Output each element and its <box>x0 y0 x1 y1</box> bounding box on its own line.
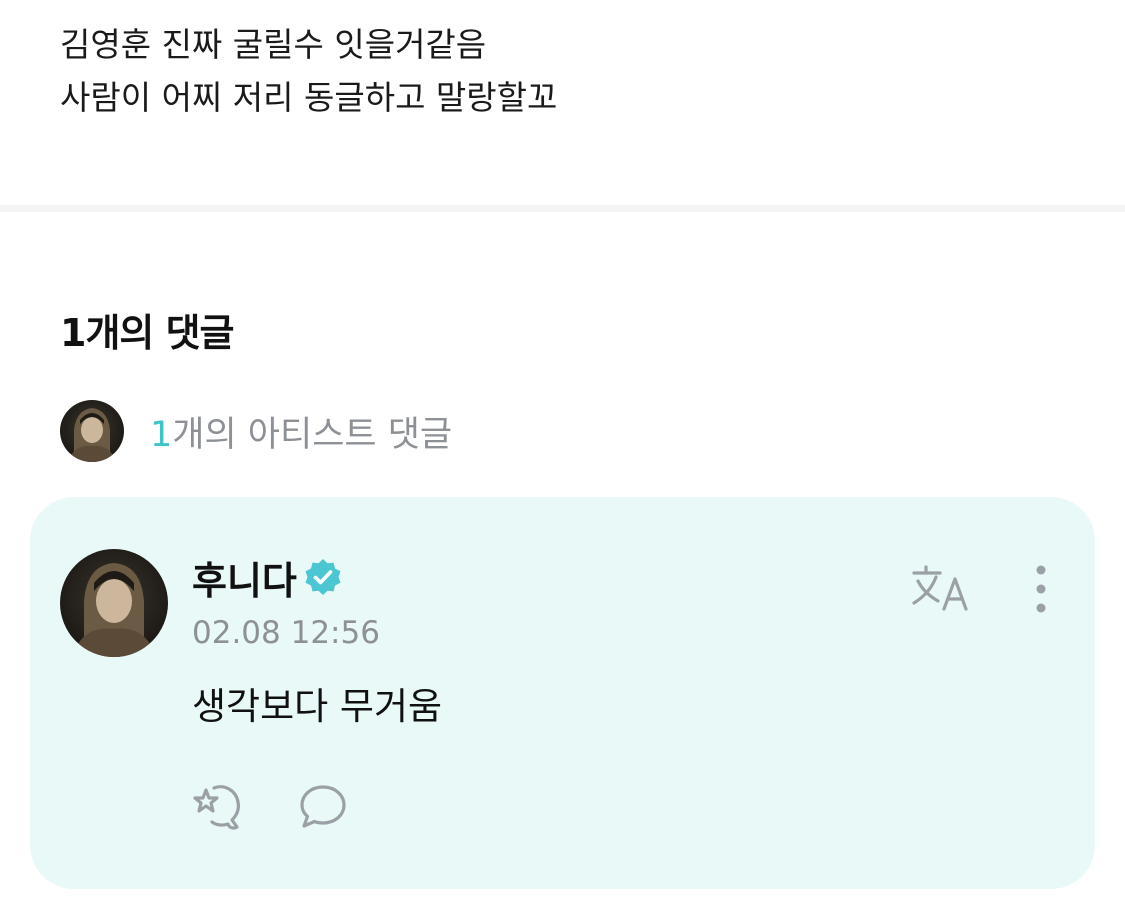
comment-timestamp: 02.08 12:56 <box>192 615 380 651</box>
comments-count-header: 1개의 댓글 <box>60 311 235 355</box>
artist-comment-card: 후니다 02.08 12:56 생각보다 무거움 <box>30 497 1095 889</box>
more-vertical-icon[interactable] <box>1026 563 1056 615</box>
verified-check-icon <box>305 559 341 595</box>
comment-author-avatar[interactable] <box>60 549 168 657</box>
translate-icon[interactable] <box>910 563 974 613</box>
artist-comments-count: 1 <box>150 414 173 455</box>
avatar <box>60 400 124 462</box>
avatar-photo <box>60 549 168 657</box>
post-text-line: 사람이 어찌 저리 동글하고 말랑할꼬 <box>60 78 558 117</box>
reaction-icon[interactable] <box>192 782 246 832</box>
reply-bubble-icon[interactable] <box>298 783 348 831</box>
section-divider <box>0 205 1125 212</box>
post-body: 김영훈 진짜 굴릴수 잇을거같음 사람이 어찌 저리 동글하고 말랑할꼬 <box>60 18 557 124</box>
artist-comments-label: 1개의 아티스트 댓글 <box>150 406 452 457</box>
comment-author-row: 후니다 <box>192 549 343 605</box>
comment-text: 생각보다 무거움 <box>192 685 443 728</box>
artist-comments-text: 개의 아티스트 댓글 <box>172 414 453 455</box>
post-text-line: 김영훈 진짜 굴릴수 잇을거같음 <box>60 25 487 64</box>
comment-author-name[interactable]: 후니다 <box>192 550 297 605</box>
artist-comments-summary[interactable]: 1개의 아티스트 댓글 <box>60 400 452 462</box>
avatar-photo <box>60 400 124 462</box>
